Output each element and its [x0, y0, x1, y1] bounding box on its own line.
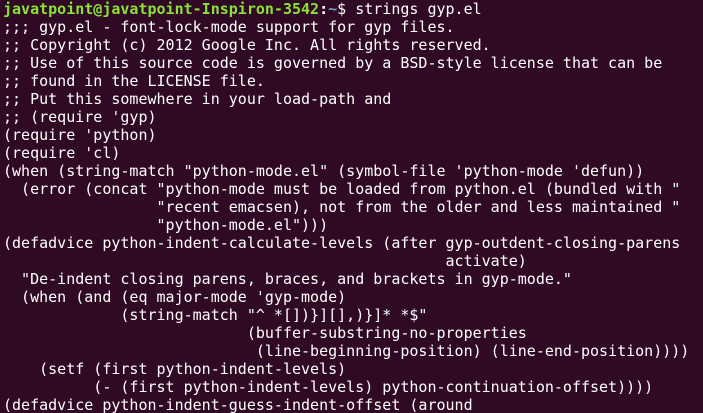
output-line: (line-beginning-position) (line-end-posi… [3, 342, 690, 360]
output-line: (when (string-match "python-mode.el" (sy… [3, 162, 645, 180]
prompt-line: javatpoint@javatpoint-Inspiron-3542:~$ s… [3, 0, 703, 18]
output-line: (when (and (eq major-mode 'gyp-mode) [3, 288, 347, 306]
prompt-dollar: $ [337, 0, 356, 18]
prompt-separator: : [319, 0, 329, 18]
output-line: (defadvice python-indent-guess-indent-of… [3, 396, 473, 413]
output-line: (- (first python-indent-levels) python-c… [3, 378, 654, 396]
terminal-window[interactable]: javatpoint@javatpoint-Inspiron-3542:~$ s… [0, 0, 703, 413]
output-line: (defadvice python-indent-calculate-level… [3, 234, 681, 252]
output-line: (buffer-substring-no-properties [3, 324, 527, 342]
output-line: activate) [3, 252, 527, 270]
output-line: ;; Put this somewhere in your load-path … [3, 90, 392, 108]
command-text: strings gyp.el [355, 0, 482, 18]
output-line: (require 'python) [3, 126, 157, 144]
prompt-path: ~ [328, 0, 338, 18]
prompt-user-host: javatpoint@javatpoint-Inspiron-3542 [3, 0, 320, 18]
output-line: ;; Copyright (c) 2012 Google Inc. All ri… [3, 36, 491, 54]
output-line: (string-match "^ *[])}][],)}]* *$" [3, 306, 428, 324]
output-line: ;; (require 'gyp) [3, 108, 157, 126]
output-line: "python-mode.el"))) [3, 216, 329, 234]
output-line: "recent emacsen), not from the older and… [3, 198, 681, 216]
output-line: (setf (first python-indent-levels) [3, 360, 347, 378]
output-line: "De-indent closing parens, braces, and b… [3, 270, 572, 288]
output-line: ;;; gyp.el - font-lock-mode support for … [3, 18, 455, 36]
output-line: (error (concat "python-mode must be load… [3, 180, 681, 198]
output-line: (require 'cl) [3, 144, 121, 162]
output-line: ;; found in the LICENSE file. [3, 72, 265, 90]
output-line: ;; Use of this source code is governed b… [3, 54, 663, 72]
